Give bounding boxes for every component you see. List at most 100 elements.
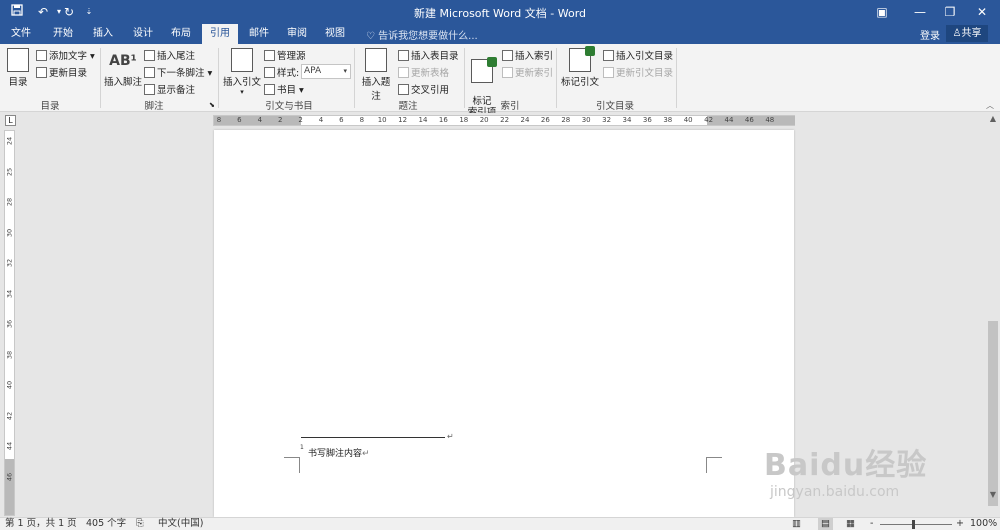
baidu-watermark: Baidu经验 jingyan.baidu.com bbox=[764, 440, 927, 500]
page-count[interactable]: 第 1 页，共 1 页 bbox=[5, 518, 77, 530]
insert-index-button[interactable]: 插入索引 bbox=[502, 48, 553, 62]
tab-mailings[interactable]: 邮件 bbox=[242, 24, 276, 44]
share-button[interactable]: ♙共享 bbox=[946, 25, 988, 42]
ruler-number: 8 bbox=[359, 116, 365, 124]
proofing-icon[interactable]: ⎘ bbox=[136, 518, 144, 530]
document-page[interactable]: ↵ 1 书写脚注内容↵ bbox=[214, 130, 794, 517]
add-text-button[interactable]: 添加文字 ▾ bbox=[36, 48, 95, 62]
tab-selector[interactable]: L bbox=[5, 115, 16, 126]
vertical-ruler-number: 24 bbox=[5, 136, 14, 146]
insert-caption-button[interactable]: 插入题注 bbox=[358, 48, 394, 102]
crop-mark-right bbox=[706, 457, 722, 473]
update-toc-button[interactable]: 更新目录 bbox=[36, 65, 87, 79]
footnote-ab-icon: AB¹ bbox=[109, 53, 137, 69]
bibliography-button[interactable]: 书目 ▾ bbox=[264, 82, 304, 96]
insert-endnote-button[interactable]: 插入尾注 bbox=[144, 48, 195, 62]
footnote-number: 1 bbox=[300, 444, 304, 451]
footnote-dialog-launcher-icon[interactable]: ⬊ bbox=[209, 101, 215, 109]
vertical-ruler[interactable]: 24 25 28 30 32 34 36 38 40 42 44 46 bbox=[4, 130, 15, 516]
insert-table-of-authorities-button[interactable]: 插入引文目录 bbox=[603, 48, 673, 62]
tell-me-text: 告诉我您想要做什么... bbox=[378, 31, 478, 42]
insert-table-of-figures-button[interactable]: 插入表目录 bbox=[398, 48, 459, 62]
mark-citation-button[interactable]: 标记引文 bbox=[560, 46, 600, 88]
scroll-down-icon[interactable]: ▼ bbox=[986, 489, 1000, 501]
minimize-icon[interactable]: — bbox=[904, 0, 936, 24]
vertical-ruler-number: 30 bbox=[5, 228, 14, 237]
ruler-number: 6 bbox=[339, 116, 344, 124]
status-bar: 第 1 页，共 1 页 405 个字 ⎘ 中文(中国) ▥ ▤ ▦ - + 10… bbox=[0, 517, 1000, 530]
tab-file[interactable]: 文件 bbox=[4, 24, 38, 44]
footnote-text[interactable]: 书写脚注内容↵ bbox=[308, 446, 370, 459]
style-value: APA bbox=[304, 66, 322, 76]
tab-layout[interactable]: 布局 bbox=[164, 24, 198, 44]
show-notes-label: 显示备注 bbox=[157, 85, 196, 96]
group-index-label: 索引 bbox=[500, 101, 520, 112]
group-captions-label: 题注 bbox=[398, 101, 418, 112]
read-mode-icon[interactable]: ▥ bbox=[792, 518, 801, 530]
tab-review[interactable]: 审阅 bbox=[280, 24, 314, 44]
zoom-out-button[interactable]: - bbox=[870, 518, 873, 530]
ruler-number: 32 bbox=[602, 116, 612, 124]
insert-citation-button[interactable]: 插入引文 ▾ bbox=[222, 48, 262, 96]
zoom-slider[interactable] bbox=[880, 524, 952, 525]
tab-view[interactable]: 视图 bbox=[318, 24, 352, 44]
update-table-label: 更新表格 bbox=[411, 68, 450, 79]
vertical-ruler-number: 28 bbox=[5, 197, 14, 207]
collapse-ribbon-icon[interactable]: ︿ bbox=[986, 100, 994, 111]
next-footnote-button[interactable]: 下一条脚注 ▾ bbox=[144, 65, 212, 79]
mark-citation-icon bbox=[569, 46, 595, 72]
zoom-slider-thumb[interactable] bbox=[912, 520, 915, 529]
ruler-number: 26 bbox=[540, 116, 550, 124]
login-link[interactable]: 登录 bbox=[920, 27, 940, 42]
group-separator bbox=[464, 48, 465, 108]
cross-reference-icon bbox=[398, 84, 409, 95]
update-index-label: 更新索引 bbox=[515, 68, 554, 79]
zoom-level[interactable]: 100% bbox=[970, 518, 997, 530]
vertical-ruler-number: 36 bbox=[5, 319, 14, 329]
scroll-thumb[interactable] bbox=[988, 321, 998, 506]
tab-references[interactable]: 引用 bbox=[202, 24, 238, 44]
vertical-ruler-number: 25 bbox=[5, 167, 14, 176]
word-count[interactable]: 405 个字 bbox=[86, 518, 126, 530]
language-indicator[interactable]: 中文(中国) bbox=[158, 518, 203, 530]
ruler-number: 6 bbox=[237, 116, 242, 124]
restore-icon[interactable]: ❐ bbox=[934, 0, 966, 24]
update-index-button[interactable]: 更新索引 bbox=[502, 65, 553, 79]
ruler-number: 20 bbox=[479, 116, 489, 124]
insert-footnote-button[interactable]: AB¹ 插入脚注 bbox=[104, 48, 142, 88]
update-table-button[interactable]: 更新表格 bbox=[398, 65, 449, 79]
update-table-of-authorities-button[interactable]: 更新引文目录 bbox=[603, 65, 673, 79]
ruler-number: 2 bbox=[298, 116, 303, 124]
print-layout-icon[interactable]: ▤ bbox=[818, 518, 833, 530]
group-toc-label: 目录 bbox=[40, 101, 60, 112]
cross-reference-button[interactable]: 交叉引用 bbox=[398, 82, 449, 96]
zoom-in-button[interactable]: + bbox=[956, 518, 964, 530]
ribbon-display-icon[interactable]: ▣ bbox=[866, 0, 898, 24]
ruler-number: 8 bbox=[216, 116, 222, 124]
lightbulb-icon: ♡ bbox=[366, 31, 375, 42]
update-table-of-authorities-icon bbox=[603, 67, 614, 78]
share-label: 共享 bbox=[961, 28, 982, 39]
tab-design[interactable]: 设计 bbox=[126, 24, 160, 44]
toc-button[interactable]: 目录 bbox=[4, 48, 32, 88]
ruler-number: 24 bbox=[520, 116, 530, 124]
show-notes-icon bbox=[144, 84, 155, 95]
cross-reference-label: 交叉引用 bbox=[411, 85, 450, 96]
vertical-ruler-number: 34 bbox=[5, 289, 14, 298]
style-select[interactable]: APA ▾ bbox=[301, 64, 351, 79]
horizontal-ruler[interactable]: 8 6 4 2 2 4 6 8 10 12 14 16 18 20 22 24 26 28 30 32 34 36 38 40… bbox=[213, 115, 795, 126]
scroll-up-icon[interactable]: ▲ bbox=[986, 113, 1000, 125]
vertical-scrollbar[interactable]: ▲ ▼ bbox=[986, 113, 1000, 517]
crop-mark-left bbox=[284, 457, 300, 473]
vertical-ruler-number: 44 bbox=[5, 441, 14, 451]
show-notes-button[interactable]: 显示备注 bbox=[144, 82, 195, 96]
group-separator bbox=[218, 48, 219, 108]
tell-me-box[interactable]: ♡ 告诉我您想要做什么... bbox=[366, 27, 478, 42]
close-icon[interactable]: ✕ bbox=[966, 0, 998, 24]
web-layout-icon[interactable]: ▦ bbox=[846, 518, 855, 530]
manage-sources-button[interactable]: 管理源 bbox=[264, 48, 306, 62]
tab-insert[interactable]: 插入 bbox=[86, 24, 120, 44]
watermark-url: jingyan.baidu.com bbox=[770, 484, 900, 500]
tab-home[interactable]: 开始 bbox=[46, 24, 80, 44]
ruler-number: 4 bbox=[318, 116, 324, 124]
